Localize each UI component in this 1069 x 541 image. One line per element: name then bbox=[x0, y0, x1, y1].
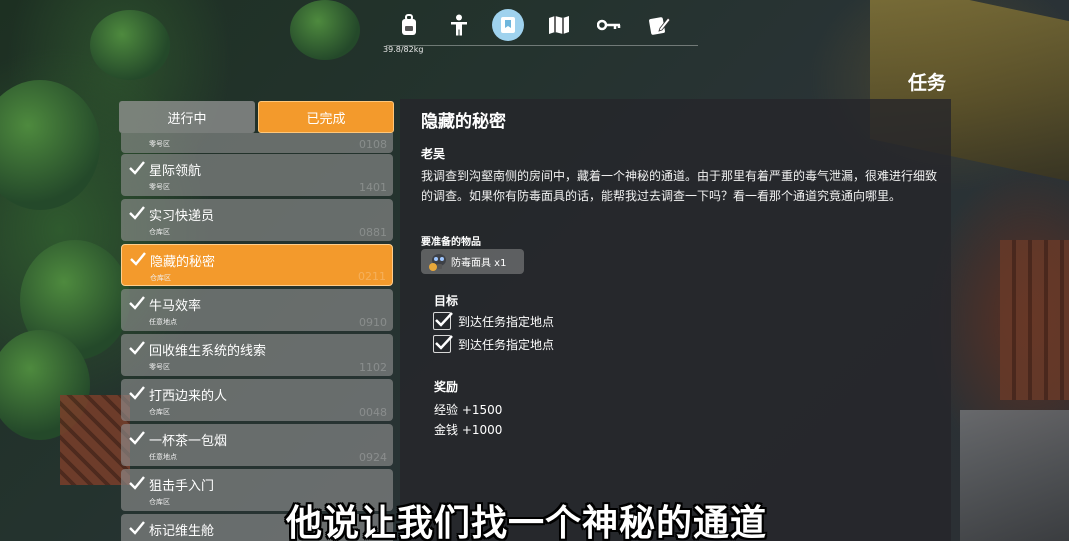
rewards-label: 奖励 bbox=[434, 380, 459, 394]
quest-list-item[interactable]: 回收维生系统的线索零号区 1102 bbox=[121, 334, 393, 376]
quest-location: 任意地点 bbox=[149, 318, 177, 326]
quest-icon[interactable] bbox=[492, 9, 524, 41]
goal-row: 到达任务指定地点 bbox=[433, 334, 633, 354]
goals-label: 目标 bbox=[434, 294, 459, 308]
goal-checkbox bbox=[433, 335, 453, 353]
video-subtitle: 他说让我们找一个神秘的通道 bbox=[286, 503, 768, 541]
quest-name: 打西边来的人 bbox=[149, 389, 228, 404]
quest-number: 0048 bbox=[359, 406, 387, 419]
tree-decoration bbox=[90, 10, 170, 80]
carry-weight: 39.8/82kg bbox=[383, 45, 424, 54]
notes-icon[interactable] bbox=[644, 10, 674, 40]
quest-name: 实习快递员 bbox=[149, 209, 215, 224]
quest-number: 0910 bbox=[359, 316, 387, 329]
container-decoration bbox=[960, 410, 1069, 541]
quest-list-item[interactable]: 零号区 0108 bbox=[121, 133, 393, 153]
quest-name: 一杯茶一包烟 bbox=[149, 434, 228, 449]
quest-location: 零号区 bbox=[149, 363, 170, 371]
quest-name: 标记维生舱 bbox=[149, 524, 215, 539]
quest-list-item[interactable]: 星际领航零号区 1401 bbox=[121, 154, 393, 196]
tree-decoration bbox=[290, 0, 360, 60]
quest-detail-panel: 隐藏的秘密 老吴 我调查到沟壑南侧的房间中，藏着一个神秘的通道。由于那里有着严重… bbox=[400, 99, 951, 541]
quest-name: 回收维生系统的线索 bbox=[149, 344, 267, 359]
reward-money: 金钱 +1000 bbox=[434, 423, 503, 437]
gas-mask-icon bbox=[429, 253, 446, 271]
quest-list-item[interactable]: 牛马效率任意地点 0910 bbox=[121, 289, 393, 331]
pipes-decoration bbox=[1000, 240, 1069, 400]
nav-divider bbox=[386, 45, 698, 46]
quest-location: 零号区 bbox=[149, 183, 170, 191]
required-item[interactable]: 防毒面具 x1 bbox=[421, 249, 524, 274]
quest-name: 隐藏的秘密 bbox=[150, 255, 216, 270]
character-icon[interactable] bbox=[444, 10, 474, 40]
quest-list-item[interactable]: 实习快递员仓库区 0881 bbox=[121, 199, 393, 241]
tab-completed[interactable]: 已完成 bbox=[258, 101, 394, 133]
reward-exp: 经验 +1500 bbox=[434, 403, 503, 417]
required-item-label: 防毒面具 x1 bbox=[451, 258, 507, 269]
quest-name: 牛马效率 bbox=[149, 299, 202, 314]
check-icon bbox=[129, 341, 145, 355]
quest-description: 我调查到沟壑南侧的房间中，藏着一个神秘的通道。由于那里有着严重的毒气泄漏，很难进… bbox=[421, 169, 938, 203]
quest-number: 0211 bbox=[358, 270, 386, 283]
top-navigation bbox=[386, 8, 698, 46]
pallet-decoration bbox=[60, 395, 130, 485]
goal-checkbox bbox=[433, 312, 453, 330]
quest-name: 星际领航 bbox=[149, 164, 202, 179]
quest-location: 仓库区 bbox=[149, 498, 170, 506]
backpack-icon[interactable] bbox=[394, 10, 424, 40]
page-title: 任务 bbox=[908, 72, 947, 94]
quest-number: 1401 bbox=[359, 181, 387, 194]
goal-row: 到达任务指定地点 bbox=[433, 311, 633, 331]
quest-list-item[interactable]: 隐藏的秘密仓库区 0211 bbox=[121, 244, 393, 286]
key-icon[interactable] bbox=[594, 10, 624, 40]
quest-list-item[interactable]: 一杯茶一包烟任意地点 0924 bbox=[121, 424, 393, 466]
quest-location: 仓库区 bbox=[149, 408, 170, 416]
goal-text: 到达任务指定地点 bbox=[458, 338, 555, 352]
check-icon bbox=[129, 431, 145, 445]
quest-giver: 老吴 bbox=[421, 147, 446, 161]
check-icon bbox=[129, 206, 145, 220]
quest-location: 任意地点 bbox=[149, 453, 177, 461]
tab-in-progress[interactable]: 进行中 bbox=[119, 101, 255, 133]
map-icon[interactable] bbox=[544, 10, 574, 40]
quest-location: 仓库区 bbox=[149, 228, 170, 236]
quest-number: 0108 bbox=[359, 138, 387, 151]
quest-tabs: 进行中 已完成 bbox=[119, 101, 395, 133]
quest-list-item[interactable]: 打西边来的人仓库区 0048 bbox=[121, 379, 393, 421]
quest-name: 狙击手入门 bbox=[149, 479, 215, 494]
quest-number: 1102 bbox=[359, 361, 387, 374]
quest-list[interactable]: 零号区 0108 星际领航 零号区 1401 实习快递员 仓库区 0881 隐藏的秘密 仓库区 02… bbox=[121, 133, 393, 541]
check-icon bbox=[129, 386, 145, 400]
check-icon bbox=[129, 296, 145, 310]
check-icon bbox=[129, 521, 145, 535]
tree-decoration bbox=[0, 80, 100, 210]
quest-number: 0881 bbox=[359, 226, 387, 239]
check-icon bbox=[130, 252, 146, 266]
check-icon bbox=[129, 161, 145, 175]
check-icon bbox=[129, 476, 145, 490]
quest-title: 隐藏的秘密 bbox=[421, 112, 506, 132]
quest-location: 零号区 bbox=[149, 140, 170, 148]
goal-text: 到达任务指定地点 bbox=[458, 315, 555, 329]
required-items-label: 要准备的物品 bbox=[421, 237, 481, 248]
quest-number: 0924 bbox=[359, 451, 387, 464]
quest-location: 仓库区 bbox=[150, 274, 171, 282]
